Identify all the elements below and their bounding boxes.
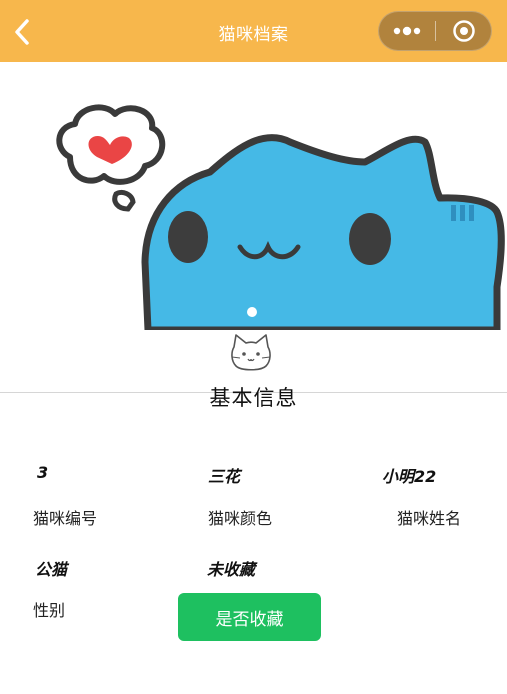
- blue-cat: [141, 134, 505, 330]
- cat-banner-image: [0, 62, 507, 330]
- target-circle-icon: [453, 20, 475, 42]
- mini-program-capsule: [378, 11, 492, 51]
- heart-thought-bubble: [56, 104, 166, 212]
- swiper-indicator-dot[interactable]: [247, 307, 257, 317]
- navigation-bar: 猫咪档案: [0, 0, 507, 62]
- cat-color-value: 三花: [208, 467, 241, 486]
- section-title: 基本信息: [209, 386, 298, 410]
- gender-value: 公猫: [35, 560, 68, 579]
- close-button[interactable]: [436, 12, 492, 50]
- cat-id-label: 猫咪编号: [33, 509, 98, 528]
- cat-face-icon: [231, 334, 271, 371]
- cat-color-label: 猫咪颜色: [208, 509, 273, 528]
- favorite-status-value: 未收藏: [207, 560, 256, 579]
- cat-name-value: 小明22: [382, 467, 437, 486]
- gender-label: 性别: [33, 601, 66, 620]
- cartoon-cat-illustration: [56, 104, 505, 330]
- favorite-button[interactable]: 是否收藏: [178, 593, 321, 641]
- cat-name-label: 猫咪姓名: [397, 509, 462, 528]
- cat-id-value: 3: [37, 463, 49, 482]
- more-dots-icon: [393, 26, 421, 36]
- more-button[interactable]: [379, 12, 435, 50]
